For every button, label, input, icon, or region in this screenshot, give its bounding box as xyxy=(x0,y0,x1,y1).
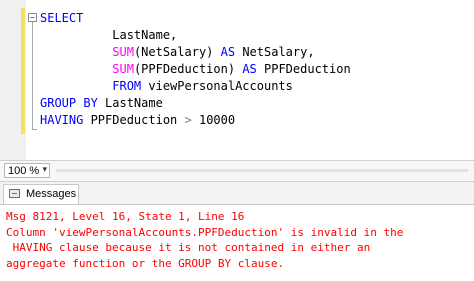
code-line-4: SUM(PPFDeduction) AS PPFDeduction xyxy=(112,62,351,76)
code-line-2: LastName, xyxy=(112,28,178,42)
change-tracking-bar xyxy=(21,8,25,134)
message-line-1: Msg 8121, Level 16, State 1, Line 16 xyxy=(6,210,245,223)
keyword-as: AS xyxy=(220,45,236,59)
chevron-down-icon[interactable]: ▾ xyxy=(42,164,47,175)
collapse-icon[interactable]: − xyxy=(28,13,37,22)
results-tab-strip: Messages xyxy=(0,182,474,205)
message-line-3: HAVING clause because it is not containe… xyxy=(6,241,371,254)
code-line-7: HAVING PPFDeduction > 10000 xyxy=(40,113,236,127)
tab-messages[interactable]: Messages xyxy=(3,184,79,204)
results-pane: Messages Msg 8121, Level 16, State 1, Li… xyxy=(0,182,474,281)
keyword-group-by: GROUP BY xyxy=(40,96,98,110)
tab-messages-label: Messages xyxy=(26,188,77,200)
keyword-from: FROM xyxy=(112,79,142,93)
code-line-5: FROM viewPersonalAccounts xyxy=(112,79,293,93)
zoom-value: 100 % xyxy=(8,165,40,177)
keyword-having: HAVING xyxy=(40,113,84,127)
code-line-1: SELECT xyxy=(40,11,83,25)
keyword-select: SELECT xyxy=(40,11,84,25)
query-text[interactable]: SELECT LastName, SUM(NetSalary) AS NetSa… xyxy=(40,10,351,129)
operator-greater-than: > xyxy=(184,113,192,127)
message-line-2: Column 'viewPersonalAccounts.PPFDeductio… xyxy=(6,225,404,239)
outline-end xyxy=(32,129,37,130)
editor-status-bar: 100 % ▾ xyxy=(0,160,474,182)
messages-icon xyxy=(9,189,20,198)
zoom-dropdown[interactable]: 100 % ▾ xyxy=(4,163,50,178)
code-line-3: SUM(NetSalary) AS NetSalary, xyxy=(112,45,315,59)
error-message: Msg 8121, Level 16, State 1, Line 16 Col… xyxy=(6,209,403,271)
outline-line xyxy=(32,22,33,130)
function-sum: SUM xyxy=(112,45,134,59)
keyword-as: AS xyxy=(242,62,257,76)
sql-query-editor[interactable]: − SELECT LastName, SUM(NetSalary) AS Net… xyxy=(0,0,474,160)
function-sum: SUM xyxy=(112,62,134,76)
horizontal-scrollbar[interactable] xyxy=(56,169,468,172)
message-line-4: aggregate function or the GROUP BY claus… xyxy=(6,256,285,270)
code-line-6: GROUP BY LastName xyxy=(40,96,163,110)
